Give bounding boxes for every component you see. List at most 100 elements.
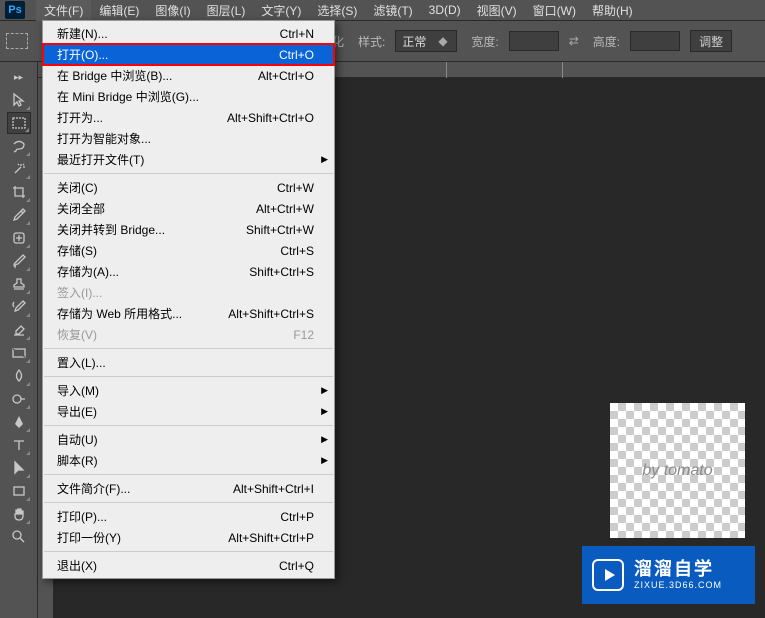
tools-panel: ▸▸ (0, 62, 38, 618)
menu-item-shortcut: Alt+Shift+Ctrl+P (228, 531, 314, 545)
menu-item[interactable]: 存储(S)Ctrl+S (43, 240, 334, 261)
history-brush-tool[interactable] (7, 296, 31, 318)
zoom-tool[interactable] (7, 526, 31, 548)
menu-item-shortcut: Alt+Shift+Ctrl+I (233, 482, 314, 496)
menu-help[interactable]: 帮助(H) (584, 0, 641, 21)
stamp-tool[interactable] (7, 273, 31, 295)
menu-item[interactable]: 导出(E) ▶ (43, 401, 334, 422)
menu-item[interactable]: 关闭(C)Ctrl+W (43, 177, 334, 198)
menu-separator (44, 348, 333, 349)
move-tool[interactable] (7, 89, 31, 111)
menu-item-label: 脚本(R) (57, 452, 314, 469)
menu-type[interactable]: 文字(Y) (253, 0, 309, 21)
style-dropdown[interactable]: 正常 ◆ (395, 30, 457, 52)
menu-select[interactable]: 选择(S) (309, 0, 365, 21)
type-tool[interactable] (7, 434, 31, 456)
lasso-tool[interactable] (7, 135, 31, 157)
menu-item-shortcut: Ctrl+W (277, 181, 314, 195)
play-icon (592, 559, 624, 591)
menu-item[interactable]: 存储为 Web 所用格式...Alt+Shift+Ctrl+S (43, 303, 334, 324)
shape-tool[interactable] (7, 480, 31, 502)
menu-item-shortcut: Ctrl+S (280, 244, 314, 258)
submenu-arrow-icon: ▶ (321, 455, 328, 466)
active-tool-icon[interactable] (6, 33, 28, 49)
menu-item[interactable]: 关闭全部Alt+Ctrl+W (43, 198, 334, 219)
dodge-tool[interactable] (7, 388, 31, 410)
menu-item[interactable]: 打开(O)...Ctrl+O (43, 44, 334, 65)
menu-item[interactable]: 打开为智能对象... (43, 128, 334, 149)
style-value: 正常 (402, 33, 426, 50)
menu-3d[interactable]: 3D(D) (421, 1, 469, 19)
menu-item: 签入(I)... (43, 282, 334, 303)
menu-item-label: 打开为... (57, 109, 227, 126)
submenu-arrow-icon: ▶ (321, 385, 328, 396)
brand-badge: 溜溜自学 ZIXUE.3D66.COM (582, 546, 755, 604)
gradient-tool[interactable] (7, 342, 31, 364)
menu-item-shortcut: Shift+Ctrl+W (246, 223, 314, 237)
menu-item[interactable]: 退出(X)Ctrl+Q (43, 555, 334, 576)
swap-icon[interactable]: ⇄ (569, 34, 579, 48)
menu-item-label: 恢复(V) (57, 326, 293, 343)
height-input[interactable] (630, 31, 680, 51)
menu-item[interactable]: 导入(M) ▶ (43, 380, 334, 401)
app-logo: Ps (2, 0, 28, 20)
menu-item[interactable]: 存储为(A)...Shift+Ctrl+S (43, 261, 334, 282)
menu-item-shortcut: Alt+Shift+Ctrl+O (227, 111, 314, 125)
menu-item-label: 在 Bridge 中浏览(B)... (57, 67, 258, 84)
menu-separator (44, 425, 333, 426)
menu-filter[interactable]: 滤镜(T) (365, 0, 420, 21)
menu-item-shortcut: Ctrl+N (280, 27, 314, 41)
menu-item: 恢复(V)F12 (43, 324, 334, 345)
menu-item[interactable]: 关闭并转到 Bridge...Shift+Ctrl+W (43, 219, 334, 240)
path-select-tool[interactable] (7, 457, 31, 479)
menu-window[interactable]: 窗口(W) (525, 0, 584, 21)
healing-tool[interactable] (7, 227, 31, 249)
menu-item[interactable]: 在 Mini Bridge 中浏览(G)... (43, 86, 334, 107)
eraser-tool[interactable] (7, 319, 31, 341)
magic-wand-tool[interactable] (7, 158, 31, 180)
watermark-image: by tomato (610, 403, 745, 538)
menu-item-label: 导出(E) (57, 403, 314, 420)
menu-item[interactable]: 打印(P)...Ctrl+P (43, 506, 334, 527)
menu-item-shortcut: Alt+Ctrl+O (258, 69, 314, 83)
crop-tool[interactable] (7, 181, 31, 203)
menu-file[interactable]: 文件(F) (36, 0, 91, 21)
menu-item[interactable]: 打开为...Alt+Shift+Ctrl+O (43, 107, 334, 128)
brush-tool[interactable] (7, 250, 31, 272)
menu-item-label: 退出(X) (57, 557, 279, 574)
submenu-arrow-icon: ▶ (321, 154, 328, 165)
menu-item-label: 打印(P)... (57, 508, 280, 525)
hand-tool[interactable] (7, 503, 31, 525)
menu-item[interactable]: 置入(L)... (43, 352, 334, 373)
menu-edit[interactable]: 编辑(E) (91, 0, 147, 21)
file-menu-dropdown: 新建(N)...Ctrl+N打开(O)...Ctrl+O在 Bridge 中浏览… (42, 20, 335, 579)
menu-item[interactable]: 脚本(R) ▶ (43, 450, 334, 471)
watermark-text: by tomato (642, 462, 712, 480)
menu-item[interactable]: 最近打开文件(T)▶ (43, 149, 334, 170)
height-label: 高度: (593, 33, 620, 50)
menu-item-shortcut: Shift+Ctrl+S (249, 265, 314, 279)
menu-item[interactable]: 在 Bridge 中浏览(B)...Alt+Ctrl+O (43, 65, 334, 86)
marquee-tool[interactable] (7, 112, 31, 134)
width-label: 宽度: (471, 33, 498, 50)
menu-item[interactable]: 打印一份(Y)Alt+Shift+Ctrl+P (43, 527, 334, 548)
menu-item[interactable]: 自动(U)▶ (43, 429, 334, 450)
eyedropper-tool[interactable] (7, 204, 31, 226)
adjust-button[interactable]: 调整 (690, 30, 732, 52)
menubar: Ps 文件(F) 编辑(E) 图像(I) 图层(L) 文字(Y) 选择(S) 滤… (0, 0, 765, 20)
menu-image[interactable]: 图像(I) (147, 0, 198, 21)
menu-item-label: 导入(M) (57, 382, 314, 399)
menu-item[interactable]: 新建(N)...Ctrl+N (43, 23, 334, 44)
menu-item-label: 置入(L)... (57, 354, 314, 371)
menu-layer[interactable]: 图层(L) (199, 0, 254, 21)
menu-item-label: 自动(U) (57, 431, 314, 448)
menu-view[interactable]: 视图(V) (469, 0, 525, 21)
menu-separator (44, 376, 333, 377)
submenu-arrow-icon: ▶ (321, 406, 328, 417)
menu-item-label: 关闭(C) (57, 179, 277, 196)
blur-tool[interactable] (7, 365, 31, 387)
menu-item[interactable]: 文件简介(F)...Alt+Shift+Ctrl+I (43, 478, 334, 499)
panel-toggle-icon[interactable]: ▸▸ (7, 66, 31, 88)
pen-tool[interactable] (7, 411, 31, 433)
width-input[interactable] (509, 31, 559, 51)
